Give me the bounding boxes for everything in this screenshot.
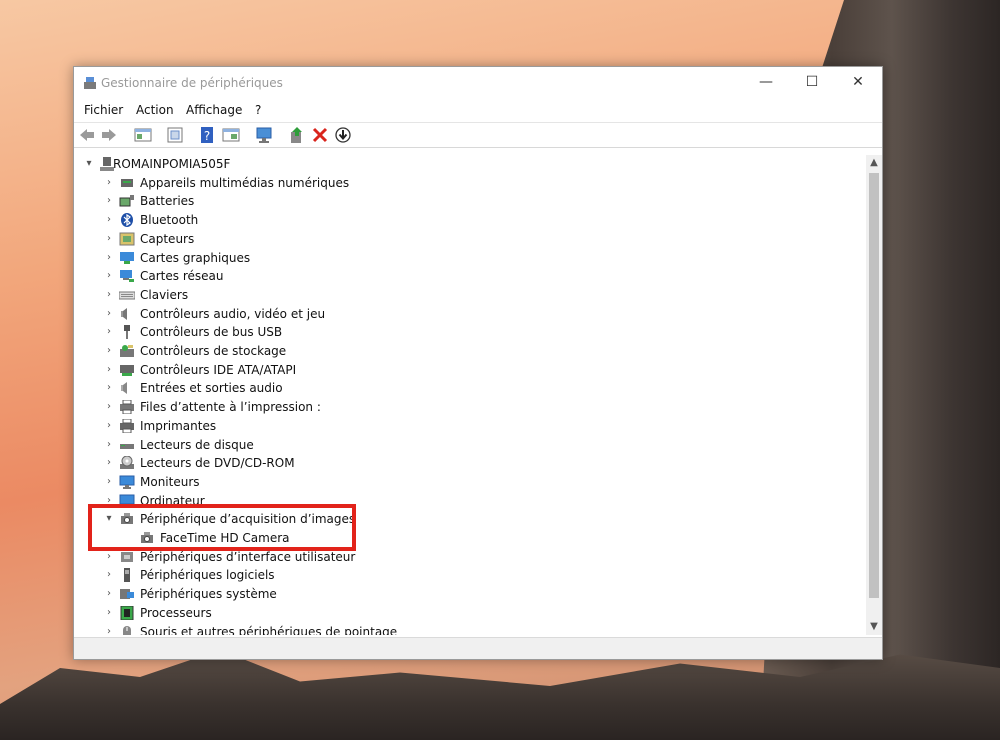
menu-bar: Fichier Action Affichage ? (74, 99, 882, 121)
tree-item-peripheriques-logiciels[interactable]: › Périphériques logiciels (103, 566, 503, 584)
chevron-right-icon[interactable]: › (103, 286, 115, 304)
processor-icon (120, 605, 134, 620)
forward-arrow-icon[interactable] (100, 127, 118, 143)
tree-item-capteurs[interactable]: › Capteurs (103, 230, 503, 248)
chevron-right-icon[interactable]: › (103, 305, 115, 323)
chevron-right-icon[interactable]: › (103, 342, 115, 360)
speaker-icon (121, 307, 127, 320)
download-driver-icon[interactable] (334, 127, 352, 143)
keyboard-icon (119, 291, 135, 300)
chevron-right-icon[interactable]: › (103, 267, 115, 285)
tree-item-files-attente-impression[interactable]: › Files d’attente à l’impression : (103, 398, 503, 416)
chevron-right-icon[interactable]: › (103, 566, 115, 584)
tree-item-batteries[interactable]: › Batteries (103, 192, 503, 210)
mouse-icon (123, 625, 131, 635)
chevron-right-icon[interactable]: › (103, 249, 115, 267)
chevron-right-icon[interactable]: › (103, 604, 115, 622)
tree-item-lecteurs-dvd[interactable]: › Lecteurs de DVD/CD-ROM (103, 454, 503, 472)
show-hide-tree-icon[interactable] (134, 127, 152, 143)
uninstall-icon[interactable] (311, 127, 329, 143)
tree-item-souris[interactable]: › Souris et autres périphériques de poin… (103, 623, 503, 636)
tree-item-lecteurs-disque[interactable]: › Lecteurs de disque (103, 436, 503, 454)
properties-icon[interactable] (166, 127, 184, 143)
chevron-right-icon[interactable]: › (103, 398, 115, 416)
scan-hardware-icon[interactable] (255, 127, 273, 143)
menu-help[interactable]: ? (255, 103, 261, 117)
chevron-right-icon[interactable]: › (103, 379, 115, 397)
print-queue-icon (120, 400, 134, 415)
update-driver-icon[interactable] (288, 127, 306, 143)
tree-item-processeurs[interactable]: › Processeurs (103, 604, 503, 622)
chevron-right-icon[interactable]: › (103, 454, 115, 472)
chevron-right-icon[interactable]: › (103, 230, 115, 248)
scroll-thumb[interactable] (869, 173, 879, 598)
display-adapter-icon (120, 251, 134, 264)
bluetooth-icon (121, 213, 133, 228)
scroll-down-icon[interactable]: ▼ (866, 619, 882, 635)
tree-item-appareils-multimedias[interactable]: › Appareils multimédias numériques (103, 174, 503, 192)
vertical-scrollbar[interactable]: ▲ ▼ (866, 155, 882, 635)
audio-io-icon (121, 382, 127, 395)
scroll-up-icon[interactable]: ▲ (866, 155, 882, 171)
device-manager-app-icon (84, 77, 96, 89)
tree-root[interactable]: ▾ ROMAINPOMIA505F (83, 155, 483, 173)
toolbar: ? (74, 122, 882, 148)
chevron-right-icon[interactable]: › (103, 192, 115, 210)
tree-item-cartes-reseau[interactable]: › Cartes réseau (103, 267, 503, 285)
chevron-down-icon[interactable]: ▾ (83, 155, 95, 173)
svg-text:?: ? (204, 129, 210, 143)
system-device-icon (120, 589, 134, 600)
tree-item-controleurs-ide[interactable]: › Contrôleurs IDE ATA/ATAPI (103, 361, 503, 379)
chevron-right-icon[interactable]: › (103, 436, 115, 454)
hid-icon (121, 551, 133, 562)
software-device-icon (124, 568, 130, 583)
chevron-right-icon[interactable]: › (103, 473, 115, 491)
sensor-icon (119, 232, 135, 246)
menu-action[interactable]: Action (136, 103, 174, 117)
close-button[interactable]: ✕ (838, 71, 878, 93)
maximize-button[interactable]: ☐ (792, 71, 832, 93)
tree-item-controleurs-stockage[interactable]: › Contrôleurs de stockage (103, 342, 503, 360)
tree-item-controleurs-audio[interactable]: › Contrôleurs audio, vidéo et jeu (103, 305, 503, 323)
tree-item-peripheriques-systeme[interactable]: › Périphériques système (103, 585, 503, 603)
media-device-icon (121, 178, 133, 187)
menu-fichier[interactable]: Fichier (84, 103, 123, 117)
tree-item-bluetooth[interactable]: › Bluetooth (103, 211, 503, 229)
tree-item-moniteurs[interactable]: › Moniteurs (103, 473, 503, 491)
help-icon[interactable]: ? (198, 127, 216, 143)
chevron-right-icon[interactable]: › (103, 585, 115, 603)
tree-item-cartes-graphiques[interactable]: › Cartes graphiques (103, 249, 503, 267)
menu-affichage[interactable]: Affichage (186, 103, 242, 117)
ide-controller-icon (120, 364, 134, 376)
chevron-right-icon[interactable]: › (103, 211, 115, 229)
battery-icon (119, 195, 134, 207)
tree-item-imprimantes[interactable]: › Imprimantes (103, 417, 503, 435)
chevron-right-icon[interactable]: › (103, 323, 115, 341)
back-arrow-icon[interactable] (78, 127, 96, 143)
window-title: Gestionnaire de périphériques (101, 76, 283, 90)
disk-drive-icon (120, 443, 134, 449)
tree-item-claviers[interactable]: › Claviers (103, 286, 503, 304)
chevron-right-icon[interactable]: › (103, 174, 115, 192)
monitor-icon (119, 475, 135, 489)
device-tree: ▾ ROMAINPOMIA505F › Appareils multimédia… (75, 155, 866, 635)
tree-item-entrees-sorties-audio[interactable]: › Entrées et sorties audio (103, 379, 503, 397)
tree-item-controleurs-usb[interactable]: › Contrôleurs de bus USB (103, 323, 503, 341)
device-manager-window: Gestionnaire de périphériques — ☐ ✕ Fich… (73, 66, 883, 660)
chevron-right-icon[interactable]: › (103, 361, 115, 379)
minimize-button[interactable]: — (746, 71, 786, 93)
dvd-drive-icon (120, 456, 134, 470)
view-icon[interactable] (222, 127, 240, 143)
title-bar[interactable]: Gestionnaire de périphériques — ☐ ✕ (74, 67, 882, 99)
chevron-right-icon[interactable]: › (103, 417, 115, 435)
usb-icon (124, 325, 130, 340)
chevron-right-icon[interactable]: › (103, 623, 115, 636)
status-bar (74, 637, 882, 659)
storage-controller-icon (120, 345, 134, 357)
annotation-highlight-box (88, 504, 356, 551)
printer-icon (120, 418, 134, 433)
network-adapter-icon (120, 270, 134, 283)
